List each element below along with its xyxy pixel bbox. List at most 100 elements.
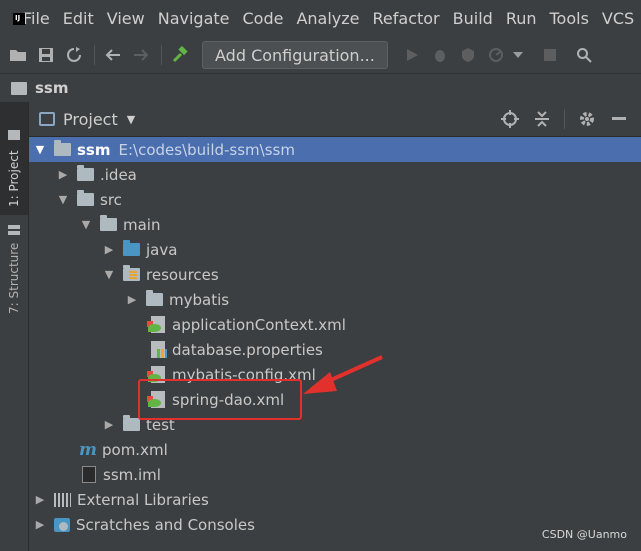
folder-icon <box>77 190 94 206</box>
structure-icon <box>8 224 20 235</box>
chevron-right-icon[interactable]: ▶ <box>57 168 69 181</box>
save-all-icon[interactable] <box>36 45 56 65</box>
menu-edit[interactable]: Edit <box>63 9 94 28</box>
locate-crosshair-icon[interactable] <box>500 109 520 129</box>
tree-item-label: java <box>146 240 178 259</box>
tree-item-external-libraries[interactable]: ▶ External Libraries <box>29 487 641 512</box>
menu-vcs[interactable]: VCS <box>602 9 634 28</box>
tree-item-main[interactable]: ▼ main <box>29 212 641 237</box>
breadcrumb-project[interactable]: ssm <box>35 79 69 97</box>
chevron-down-icon[interactable]: ▼ <box>103 268 115 281</box>
menu-refactor[interactable]: Refactor <box>373 9 440 28</box>
scratches-icon <box>54 517 70 532</box>
tree-item-label: .idea <box>100 165 137 184</box>
gear-icon[interactable] <box>577 109 597 129</box>
annotation-highlight-box <box>138 379 302 420</box>
maven-icon: m <box>79 439 97 460</box>
tree-item-spring-dao[interactable]: spring-dao.xml <box>29 387 641 412</box>
chevron-down-icon[interactable]: ▼ <box>57 193 69 206</box>
folder-icon <box>11 81 27 95</box>
breadcrumb: ssm <box>0 74 641 103</box>
tree-item-test[interactable]: ▶ test <box>29 412 641 437</box>
tree-item-mybatis[interactable]: ▶ mybatis <box>29 287 641 312</box>
tree-item-java[interactable]: ▶ java <box>29 237 641 262</box>
panel-header-actions <box>500 102 641 136</box>
chevron-right-icon[interactable]: ▶ <box>103 243 115 256</box>
tree-item-idea[interactable]: ▶ .idea <box>29 162 641 187</box>
menu-code[interactable]: Code <box>243 9 284 28</box>
tree-item-src[interactable]: ▼ src <box>29 187 641 212</box>
chevron-down-icon[interactable]: ▼ <box>80 218 92 231</box>
profile-icon[interactable] <box>486 45 506 65</box>
tree-item-label: ssm.iml <box>103 465 161 484</box>
tree-item-mybatis-config[interactable]: mybatis-config.xml <box>29 362 641 387</box>
project-tree: ▼ ssm E:\codes\build-ssm\ssm ▶ .idea ▼ s… <box>29 137 641 551</box>
open-folder-icon[interactable] <box>8 45 28 65</box>
tree-item-pom[interactable]: m pom.xml <box>29 437 641 462</box>
main-toolbar: Add Configuration... <box>0 37 641 74</box>
menu-tools[interactable]: Tools <box>550 9 589 28</box>
panel-title[interactable]: Project <box>63 110 118 129</box>
chevron-right-icon[interactable]: ▶ <box>103 418 115 431</box>
menu-bar: IJ File Edit View Navigate Code Analyze … <box>0 0 641 37</box>
menu-view[interactable]: View <box>107 9 145 28</box>
source-folder-icon <box>123 240 140 256</box>
coverage-icon[interactable] <box>458 45 478 65</box>
toolbar-separator <box>564 109 565 129</box>
library-icon <box>54 492 71 507</box>
properties-file-icon <box>151 341 167 358</box>
debug-icon[interactable] <box>430 45 450 65</box>
tree-item-applicationcontext[interactable]: applicationContext.xml <box>29 312 641 337</box>
search-everywhere-icon[interactable] <box>574 45 594 65</box>
tree-item-label: ssm <box>77 140 111 159</box>
project-view-icon <box>39 112 55 126</box>
hide-minimize-icon[interactable] <box>609 109 629 129</box>
forward-arrow-icon[interactable] <box>131 45 151 65</box>
chevron-down-icon[interactable]: ▼ <box>127 113 135 126</box>
tree-item-label: database.properties <box>172 340 323 359</box>
tree-item-path: E:\codes\build-ssm\ssm <box>118 140 295 159</box>
folder-icon <box>77 165 94 181</box>
tree-item-label: src <box>100 190 122 209</box>
menu-file[interactable]: File <box>23 9 50 28</box>
collapse-all-icon[interactable] <box>532 109 552 129</box>
tree-item-label: resources <box>146 265 219 284</box>
tree-item-label: External Libraries <box>77 490 209 509</box>
run-icon[interactable] <box>402 45 422 65</box>
tool-tab-project[interactable]: 1: Project <box>0 102 28 215</box>
tree-item-label: main <box>123 215 161 234</box>
chevron-down-icon[interactable] <box>508 45 528 65</box>
tree-item-label: applicationContext.xml <box>172 315 346 334</box>
menu-analyze[interactable]: Analyze <box>296 9 359 28</box>
tool-tab-structure[interactable]: 7: Structure <box>0 214 28 318</box>
toolbar-separator <box>161 45 162 65</box>
tool-tab-structure-label: 7: Structure <box>7 242 21 314</box>
tree-item-label: pom.xml <box>102 440 168 459</box>
menu-build[interactable]: Build <box>453 9 493 28</box>
tree-item-ssm-iml[interactable]: ssm.iml <box>29 462 641 487</box>
back-arrow-icon[interactable] <box>103 45 123 65</box>
menu-run[interactable]: Run <box>506 9 537 28</box>
chevron-right-icon[interactable]: ▶ <box>126 293 138 306</box>
sync-icon[interactable] <box>64 45 84 65</box>
tree-item-resources[interactable]: ▼ resources <box>29 262 641 287</box>
tree-item-label: Scratches and Consoles <box>76 515 255 534</box>
resources-folder-icon <box>123 265 140 281</box>
build-hammer-icon[interactable] <box>170 45 190 65</box>
watermark: CSDN @Uanmo <box>541 528 627 541</box>
stop-icon[interactable] <box>540 45 560 65</box>
folder-icon <box>123 415 140 431</box>
tree-item-ssm[interactable]: ▼ ssm E:\codes\build-ssm\ssm <box>29 137 641 162</box>
tool-tab-project-label: 1: Project <box>7 150 21 207</box>
chevron-right-icon[interactable]: ▶ <box>34 518 46 531</box>
module-file-icon <box>82 466 96 483</box>
add-configuration-button[interactable]: Add Configuration... <box>202 41 388 69</box>
logo-text: IJ <box>15 13 21 22</box>
tree-item-label: mybatis <box>169 290 230 309</box>
chevron-right-icon[interactable]: ▶ <box>34 493 46 506</box>
project-panel-header: Project ▼ <box>29 102 641 137</box>
toolbar-separator <box>94 45 95 65</box>
menu-navigate[interactable]: Navigate <box>158 9 230 28</box>
tree-item-database-properties[interactable]: database.properties <box>29 337 641 362</box>
chevron-down-icon[interactable]: ▼ <box>34 143 46 156</box>
